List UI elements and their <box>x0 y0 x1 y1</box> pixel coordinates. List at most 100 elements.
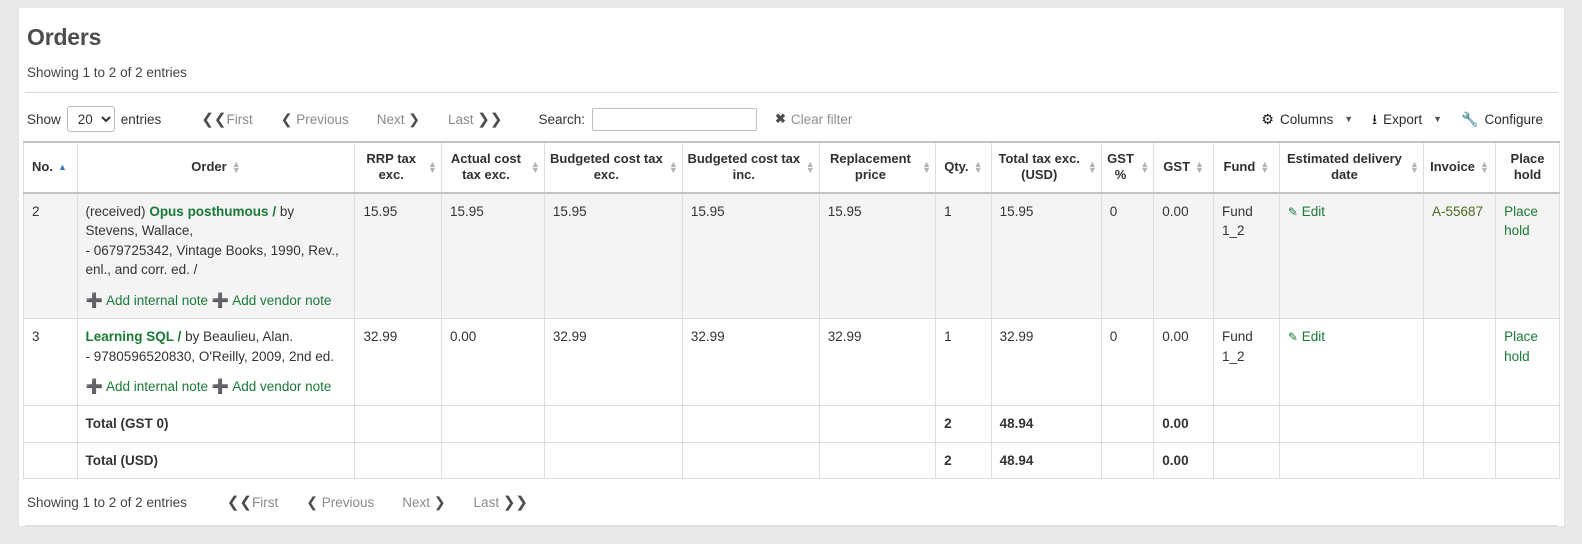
cell-gst-percent: 0 <box>1101 193 1154 319</box>
pagination-next-top[interactable]: Next ❯ <box>363 111 434 128</box>
pagination-last-bottom[interactable]: Last ❯❯ <box>460 493 542 511</box>
total-cell-empty <box>24 442 78 479</box>
column-header-budgeted-cost-tax-exc[interactable]: Budgeted cost tax exc. ▲▼ <box>544 142 682 193</box>
add-vendor-note-label: Add vendor note <box>232 379 331 394</box>
cell-estimated-delivery-date: ✎ Edit <box>1279 319 1423 406</box>
plus-icon: ➕ <box>212 292 229 308</box>
x-icon: ✖ <box>775 111 786 127</box>
total-qty: 2 <box>936 406 992 443</box>
cell-fund: Fund 1_2 <box>1214 319 1280 406</box>
page-length-select[interactable]: 20 <box>67 106 115 132</box>
edit-delivery-date-link[interactable]: ✎ Edit <box>1288 329 1325 344</box>
download-icon: ⭳ <box>1372 112 1377 126</box>
cell-actual-cost-tax-exc: 15.95 <box>441 193 544 319</box>
column-header-invoice[interactable]: Invoice ▲▼ <box>1424 142 1496 193</box>
search-control: Search: <box>538 108 757 131</box>
column-header-gst[interactable]: GST ▲▼ <box>1154 142 1214 193</box>
export-button[interactable]: ⭳ Export <box>1363 112 1431 127</box>
pagination-previous-label: Previous <box>296 112 349 127</box>
column-header-actual-cost-tax-exc-label: Actual cost tax exc. <box>446 151 526 184</box>
columns-caret-down-icon[interactable]: ▼ <box>1342 114 1363 124</box>
configure-button[interactable]: 🔧 Configure <box>1452 112 1552 127</box>
pagination-first-bottom[interactable]: ❮❮First <box>213 493 292 511</box>
cell-order: (received) Opus posthumous / by Stevens,… <box>77 193 355 319</box>
cell-rrp-tax-exc: 32.99 <box>355 319 441 406</box>
sort-icon: ▲▼ <box>922 161 931 174</box>
total-gst: 0.00 <box>1154 406 1214 443</box>
pagination-last-label: Last <box>474 495 500 510</box>
total-gst: 0.00 <box>1154 442 1214 479</box>
page-title: Orders <box>27 24 1560 51</box>
export-caret-down-icon[interactable]: ▼ <box>1431 114 1452 124</box>
clear-filter-button[interactable]: ✖ Clear filter <box>775 111 852 127</box>
table-row: 2 (received) Opus posthumous / by Steven… <box>24 193 1560 319</box>
add-vendor-note-label: Add vendor note <box>232 293 331 308</box>
pencil-icon: ✎ <box>1288 205 1298 219</box>
chevron-right-icon: ❯ <box>434 494 446 510</box>
cell-gst-percent: 0 <box>1101 319 1154 406</box>
place-hold-link[interactable]: Place hold <box>1504 204 1538 239</box>
column-header-rrp-tax-exc[interactable]: RRP tax exc. ▲▼ <box>355 142 441 193</box>
order-notes: ➕ Add internal note ➕ Add vendor note <box>86 376 347 397</box>
total-cell-empty <box>1496 406 1560 443</box>
chevron-left-icon: ❮ <box>306 494 318 510</box>
add-vendor-note-link[interactable]: ➕ Add vendor note <box>212 379 332 394</box>
add-vendor-note-link[interactable]: ➕ Add vendor note <box>212 293 332 308</box>
pagination-last-top[interactable]: Last ❯❯ <box>434 110 516 128</box>
total-cell-empty <box>441 406 544 443</box>
pagination-previous-label: Previous <box>322 495 375 510</box>
columns-button[interactable]: ⚙ Columns <box>1252 112 1342 127</box>
column-header-qty[interactable]: Qty. ▲▼ <box>936 142 992 193</box>
column-header-fund[interactable]: Fund ▲▼ <box>1214 142 1280 193</box>
column-header-estimated-delivery-date[interactable]: Estimated delivery date ▲▼ <box>1279 142 1423 193</box>
entries-info-bottom: Showing 1 to 2 of 2 entries <box>27 495 187 510</box>
plus-icon: ➕ <box>86 292 103 308</box>
sort-icon: ▲▼ <box>232 161 241 174</box>
cell-total-tax-exc-usd: 15.95 <box>991 193 1101 319</box>
cell-actual-cost-tax-exc: 0.00 <box>441 319 544 406</box>
column-header-place-hold: Place hold <box>1496 142 1560 193</box>
cell-place-hold: Place hold <box>1496 319 1560 406</box>
column-header-no[interactable]: No. ▲ <box>24 142 78 193</box>
edit-delivery-date-label: Edit <box>1302 329 1325 344</box>
cell-no: 3 <box>24 319 78 406</box>
column-header-order[interactable]: Order ▲▼ <box>77 142 355 193</box>
pagination-previous-top[interactable]: ❮ Previous <box>267 111 363 128</box>
sort-icon: ▲▼ <box>531 161 540 174</box>
double-chevron-left-icon: ❮❮ <box>227 494 252 511</box>
add-internal-note-link[interactable]: ➕ Add internal note <box>86 379 209 394</box>
add-internal-note-label: Add internal note <box>106 293 208 308</box>
add-internal-note-link[interactable]: ➕ Add internal note <box>86 293 209 308</box>
column-header-gst-percent[interactable]: GST % ▲▼ <box>1101 142 1154 193</box>
column-header-actual-cost-tax-exc[interactable]: Actual cost tax exc. ▲▼ <box>441 142 544 193</box>
pagination-previous-bottom[interactable]: ❮ Previous <box>292 494 388 511</box>
cell-qty: 1 <box>936 319 992 406</box>
pagination-first-label: First <box>252 495 278 510</box>
cell-budgeted-cost-tax-exc: 15.95 <box>544 193 682 319</box>
cell-place-hold: Place hold <box>1496 193 1560 319</box>
total-cell-empty <box>819 406 935 443</box>
wrench-icon: 🔧 <box>1461 112 1478 126</box>
order-title-link[interactable]: Learning SQL <box>86 329 174 344</box>
sort-icon: ▲▼ <box>428 161 437 174</box>
pagination-first-label: First <box>226 112 252 127</box>
invoice-link[interactable]: A-55687 <box>1432 204 1483 219</box>
search-input[interactable] <box>592 108 757 131</box>
total-cell-empty <box>1214 442 1280 479</box>
total-tax-exc-usd: 48.94 <box>991 442 1101 479</box>
edit-delivery-date-link[interactable]: ✎ Edit <box>1288 204 1325 219</box>
place-hold-link[interactable]: Place hold <box>1504 329 1538 364</box>
cell-gst: 0.00 <box>1154 319 1214 406</box>
column-header-budgeted-cost-tax-inc[interactable]: Budgeted cost tax inc. ▲▼ <box>682 142 819 193</box>
order-title-link[interactable]: Opus posthumous <box>149 204 268 219</box>
column-header-total-tax-exc-usd[interactable]: Total tax exc. (USD) ▲▼ <box>991 142 1101 193</box>
pagination-first-top[interactable]: ❮❮First <box>187 110 266 128</box>
column-header-replacement-price[interactable]: Replacement price ▲▼ <box>819 142 935 193</box>
total-qty: 2 <box>936 442 992 479</box>
pagination-next-bottom[interactable]: Next ❯ <box>388 494 459 511</box>
total-cell-empty <box>819 442 935 479</box>
order-prefix: (received) <box>86 204 150 219</box>
table-header: No. ▲ Order ▲▼ RRP tax e <box>24 142 1560 193</box>
configure-button-label: Configure <box>1484 112 1543 127</box>
pagination-next-label: Next <box>402 495 430 510</box>
